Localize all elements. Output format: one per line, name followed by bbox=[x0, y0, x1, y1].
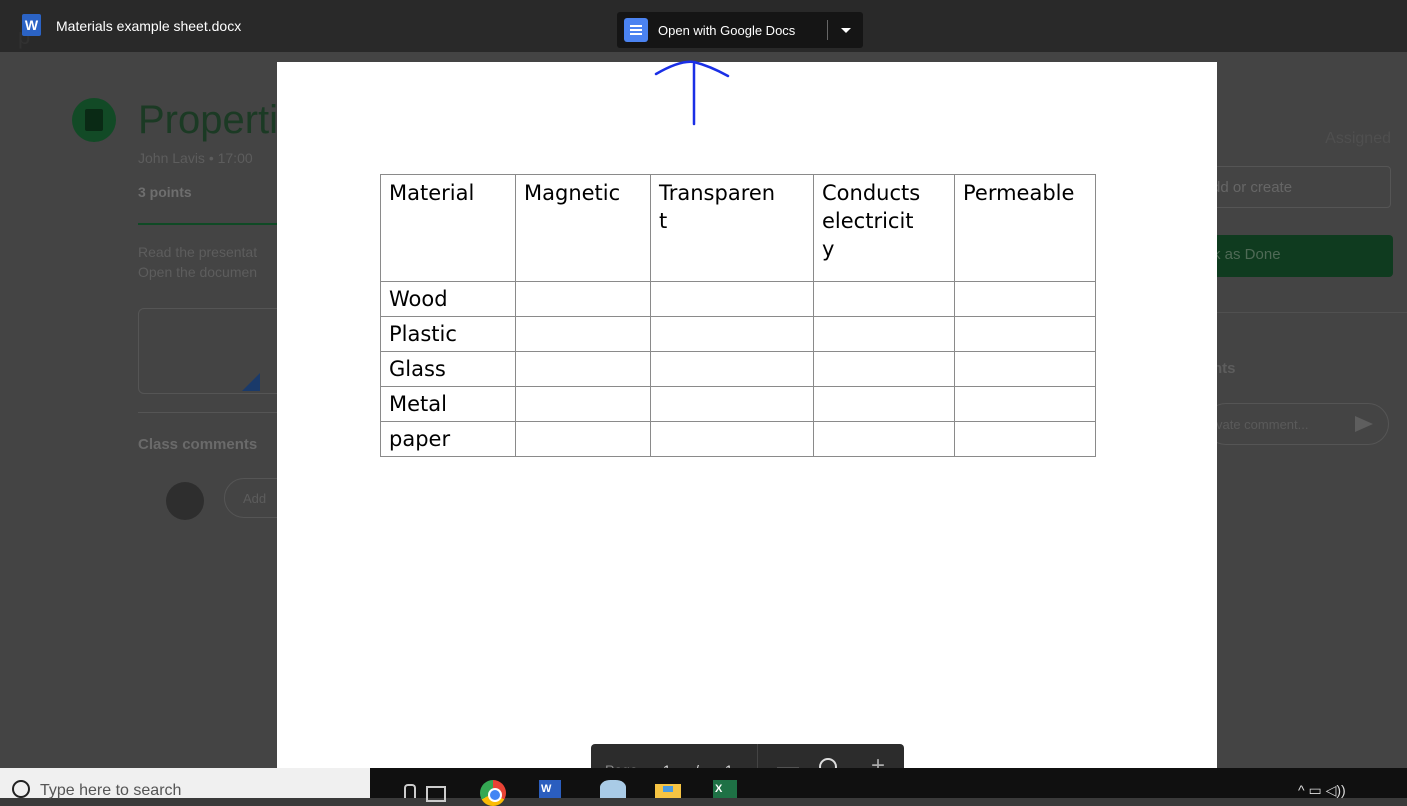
table-cell bbox=[515, 316, 651, 352]
table-cell bbox=[650, 421, 814, 457]
table-row: paper bbox=[380, 421, 1096, 457]
table-cell bbox=[515, 386, 651, 422]
avatar bbox=[166, 482, 204, 520]
table-cell bbox=[515, 351, 651, 387]
table-cell bbox=[650, 386, 814, 422]
chrome-icon[interactable] bbox=[480, 780, 506, 806]
windows-taskbar: Type here to search W X ^ ▭ ◁)) bbox=[0, 768, 1407, 806]
word-file-icon: W bbox=[22, 14, 41, 36]
divider bbox=[1205, 312, 1407, 313]
microphone-icon[interactable] bbox=[404, 784, 416, 798]
open-with-google-docs-button[interactable]: Open with Google Docs bbox=[617, 12, 863, 48]
table-cell bbox=[813, 316, 955, 352]
header-transparent: Transparen t bbox=[650, 174, 814, 282]
divider bbox=[827, 20, 828, 40]
table-cell bbox=[515, 281, 651, 317]
cortana-icon bbox=[12, 780, 30, 798]
header-magnetic: Magnetic bbox=[515, 174, 651, 282]
file-explorer-icon[interactable] bbox=[655, 784, 681, 798]
assignment-icon bbox=[72, 98, 116, 142]
table-cell bbox=[813, 386, 955, 422]
header-permeable: Permeable bbox=[954, 174, 1096, 282]
app-icon[interactable] bbox=[600, 780, 626, 798]
caret-down-icon[interactable] bbox=[841, 28, 851, 33]
table-cell bbox=[954, 316, 1096, 352]
table-header-row: Material Magnetic Transparen t Conducts el… bbox=[380, 174, 1096, 282]
file-name: Materials example sheet.docx bbox=[56, 18, 242, 34]
excel-app-icon[interactable]: X bbox=[713, 780, 737, 798]
table-row: Plastic bbox=[380, 316, 1096, 352]
table-row: Metal bbox=[380, 386, 1096, 422]
assignment-title: Properti bbox=[138, 98, 279, 142]
mark-as-done-button[interactable]: k as Done bbox=[1205, 235, 1393, 277]
row-label: Metal bbox=[380, 386, 516, 422]
table-cell bbox=[650, 281, 814, 317]
taskbar-search[interactable]: Type here to search bbox=[0, 768, 370, 799]
search-placeholder: Type here to search bbox=[40, 782, 182, 799]
description-line: Open the documen bbox=[138, 264, 258, 280]
send-icon[interactable] bbox=[1355, 416, 1373, 432]
task-view-icon[interactable] bbox=[426, 786, 446, 802]
table-cell bbox=[813, 421, 955, 457]
add-or-create-button[interactable]: dd or create bbox=[1205, 166, 1391, 208]
header-text: Magnetic bbox=[524, 181, 621, 205]
row-label: Glass bbox=[380, 351, 516, 387]
doc-corner-icon bbox=[242, 373, 260, 391]
divider bbox=[138, 412, 288, 413]
word-app-icon[interactable]: W bbox=[539, 780, 561, 798]
assignment-author: John Lavis • 17:00 bbox=[138, 150, 253, 166]
assignment-description: Read the presentat Open the documen bbox=[138, 242, 257, 282]
row-label: Wood bbox=[380, 281, 516, 317]
google-docs-icon bbox=[624, 18, 648, 42]
header-material: Material bbox=[380, 174, 516, 282]
row-label: Plastic bbox=[380, 316, 516, 352]
class-comments-label: Class comments bbox=[138, 436, 258, 453]
header-conducts-electricity: Conducts electricit y bbox=[813, 174, 955, 282]
materials-table: Material Magnetic Transparen t Conducts el… bbox=[380, 174, 1096, 457]
table-cell bbox=[650, 351, 814, 387]
table-cell bbox=[954, 386, 1096, 422]
table-row: Wood bbox=[380, 281, 1096, 317]
table-cell bbox=[954, 351, 1096, 387]
assigned-status: Assigned bbox=[1325, 130, 1391, 147]
table-cell bbox=[813, 351, 955, 387]
divider bbox=[138, 223, 278, 225]
blue-arrow-annotation bbox=[654, 60, 730, 126]
header-text: Conducts electricit y bbox=[822, 181, 921, 261]
assignment-points: 3 points bbox=[138, 184, 192, 200]
table-cell bbox=[954, 421, 1096, 457]
header-text: Material bbox=[389, 181, 475, 205]
document-page: Material Magnetic Transparen t Conducts el… bbox=[277, 62, 1217, 798]
description-line: Read the presentat bbox=[138, 244, 258, 260]
open-with-label: Open with Google Docs bbox=[658, 23, 796, 38]
header-text: Permeable bbox=[963, 181, 1075, 205]
table-row: Glass bbox=[380, 351, 1096, 387]
table-cell bbox=[515, 421, 651, 457]
header-text: Transparen t bbox=[659, 181, 776, 233]
row-label: paper bbox=[380, 421, 516, 457]
table-cell bbox=[954, 281, 1096, 317]
system-tray[interactable]: ^ ▭ ◁)) bbox=[1298, 782, 1346, 799]
table-cell bbox=[650, 316, 814, 352]
table-cell bbox=[813, 281, 955, 317]
attachment-card[interactable] bbox=[138, 308, 290, 394]
